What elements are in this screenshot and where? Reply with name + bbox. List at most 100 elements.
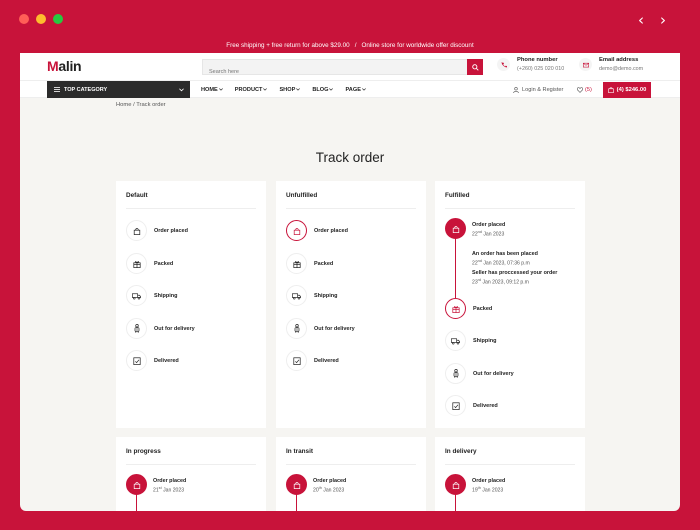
checklist-icon xyxy=(126,350,147,371)
step-label: Out for delivery xyxy=(154,325,195,332)
chevron-down-icon xyxy=(329,88,334,91)
menu-product[interactable]: PRODUCT xyxy=(235,87,268,93)
search-button[interactable] xyxy=(467,59,483,75)
step-label: Shipping xyxy=(314,292,338,299)
search-input[interactable] xyxy=(203,65,463,79)
truck-icon xyxy=(126,285,147,306)
promo-text-2: Online store for worldwide offer discoun… xyxy=(361,42,474,49)
date-rest: Jan 2023, 09:12 p.m xyxy=(482,279,529,286)
step-label: Order placed xyxy=(314,227,348,234)
order-placed-block: Order placed 19th Jan 2023 xyxy=(472,478,505,494)
step-label: Order placed xyxy=(472,478,506,484)
menu-home[interactable]: HOME xyxy=(201,87,223,93)
date-rest: Jan 2023 xyxy=(483,231,505,238)
chevron-right-icon[interactable]: › xyxy=(660,11,666,29)
phone-value: (+260) 025 020 010 xyxy=(517,66,565,72)
event-label: An order has been placed xyxy=(472,251,538,257)
wishlist-link[interactable]: (5) xyxy=(577,81,592,98)
delivery-person-icon xyxy=(126,318,147,339)
minimize-dot[interactable] xyxy=(36,14,46,24)
event-date: 23rd Jan 2023, 09:12 p.m xyxy=(472,278,557,286)
card-divider xyxy=(286,464,416,465)
bag-icon xyxy=(445,218,466,239)
step-label: Order placed xyxy=(472,222,506,228)
step-label: Packed xyxy=(154,260,174,267)
date-suffix: th xyxy=(318,486,322,490)
breadcrumb: Home / Track order xyxy=(116,102,166,108)
event-date: 22nd Jan 2023, 07:36 p.m xyxy=(472,259,538,267)
phone-label: Phone number xyxy=(517,57,558,63)
user-icon xyxy=(513,86,519,93)
chevron-down-icon xyxy=(218,88,223,91)
chevron-left-icon[interactable]: ‹ xyxy=(638,11,644,29)
heart-icon xyxy=(577,86,583,93)
bag-icon xyxy=(126,220,147,241)
window-controls xyxy=(19,14,63,24)
truck-icon xyxy=(286,285,307,306)
step-packed: Packed xyxy=(445,298,492,319)
bag-icon xyxy=(286,474,307,495)
chevron-down-icon xyxy=(362,88,366,91)
card-title: Fulfilled xyxy=(445,192,470,199)
menu-product-label: PRODUCT xyxy=(234,86,263,93)
step-order-placed xyxy=(126,474,147,495)
date-rest: Jan 2023 xyxy=(163,487,185,494)
step-order-placed xyxy=(445,474,466,495)
menu-blog[interactable]: BLOG xyxy=(312,87,334,93)
order-placed-block: Order placed 20th Jan 2023 xyxy=(313,478,346,494)
login-register-link[interactable]: Login & Register xyxy=(513,81,563,98)
maximize-dot[interactable] xyxy=(53,14,63,24)
search-box xyxy=(202,59,483,79)
step-label: Delivered xyxy=(154,357,179,364)
step-date: 21st Jan 2023 xyxy=(153,486,186,494)
date-suffix: nd xyxy=(477,259,482,263)
wishlist-count: (5) xyxy=(585,86,592,93)
step-label: Order placed xyxy=(154,227,188,234)
promo-bar: Free shipping + free return for above $2… xyxy=(20,39,680,53)
step-order-placed xyxy=(445,218,466,239)
gift-box-icon xyxy=(445,298,466,319)
step-delivered: Delivered xyxy=(286,350,339,371)
step-order-placed: Order placed xyxy=(286,220,348,241)
close-dot[interactable] xyxy=(19,14,29,24)
cart-total: (4) $246.00 xyxy=(616,87,647,93)
card-divider xyxy=(445,208,575,209)
checklist-icon xyxy=(286,350,307,371)
cart-icon xyxy=(607,87,614,93)
step-label: Shipping xyxy=(154,292,178,299)
step-delivered: Delivered xyxy=(126,350,179,371)
step-order-placed: Order placed xyxy=(126,220,188,241)
step-date: 20th Jan 2023 xyxy=(313,486,346,494)
cart-button[interactable]: (4) $246.00 xyxy=(603,82,651,98)
menu-page[interactable]: PAGE xyxy=(345,86,366,93)
checklist-icon xyxy=(445,395,466,416)
step-out-for-delivery: Out for delivery xyxy=(126,318,195,339)
menu-page-label: PAGE xyxy=(345,86,361,93)
step-label: Packed xyxy=(473,305,493,312)
card-divider xyxy=(126,208,256,209)
card-divider xyxy=(445,464,575,465)
phone-icon xyxy=(497,58,510,71)
logo[interactable]: Malin xyxy=(47,58,82,74)
order-placed-block: Order placed 22nd Jan 2023 xyxy=(472,222,505,238)
top-category-label: TOP CATEGORY xyxy=(64,86,108,93)
logo-text: alin xyxy=(58,58,82,74)
delivery-person-icon xyxy=(286,318,307,339)
promo-text: Free shipping + free return for above $2… xyxy=(226,42,350,49)
browser-window: Malin Phone number (+260) 025 020 010 Em… xyxy=(20,53,680,511)
step-packed: Packed xyxy=(286,253,333,274)
chevron-down-icon xyxy=(263,88,268,91)
login-label: Login & Register xyxy=(522,86,564,93)
slide-arrows: ‹ › xyxy=(638,11,666,29)
top-category-button[interactable]: TOP CATEGORY xyxy=(47,81,190,98)
card-divider xyxy=(126,464,256,465)
menu-shop[interactable]: SHOP xyxy=(279,87,301,93)
step-order-placed xyxy=(286,474,307,495)
event-order-placed: An order has been placed 22nd Jan 2023, … xyxy=(472,251,538,267)
track-card-in-transit: In transit Order placed 20th Jan 2023 xyxy=(276,437,426,511)
progress-line xyxy=(296,494,297,511)
email-contact: Email address demo@demo.com xyxy=(579,57,643,72)
search-icon xyxy=(471,63,479,71)
order-placed-block: Order placed 21st Jan 2023 xyxy=(153,478,186,494)
main-menu: HOME PRODUCT SHOP BLOG PAGE xyxy=(201,81,366,98)
